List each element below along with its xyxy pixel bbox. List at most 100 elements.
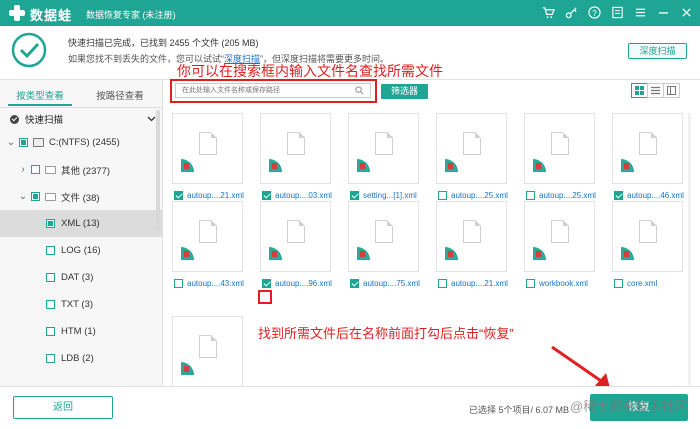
grid-scrollbar[interactable] <box>688 113 691 385</box>
file-name: autoup....21.xml <box>187 191 244 200</box>
file-item-label[interactable]: autoup....21.xml <box>438 278 508 289</box>
tree-item-label: C:(NTFS) (2455) <box>49 137 120 148</box>
cart-icon[interactable] <box>540 4 556 20</box>
file-checkbox[interactable] <box>350 279 359 288</box>
filter-button[interactable]: 筛选器 <box>381 84 428 99</box>
tree-item-files[interactable]: ⌄ 文件 (38) <box>0 183 162 210</box>
minimize-icon[interactable] <box>655 4 671 20</box>
deleted-file-badge-icon <box>357 247 370 260</box>
feedback-icon[interactable] <box>609 4 625 20</box>
file-checkbox[interactable] <box>262 191 271 200</box>
list-view-icon[interactable] <box>647 83 664 98</box>
tree-item-other[interactable]: › 其他 (2377) <box>0 156 162 183</box>
tree-item-htm[interactable]: HTM (1) <box>0 318 162 345</box>
chevron-down-icon[interactable] <box>147 114 156 126</box>
key-icon[interactable] <box>563 4 579 20</box>
file-item-label[interactable]: workbook.xml <box>526 278 588 289</box>
file-thumbnail[interactable] <box>348 113 419 184</box>
file-thumbnail[interactable] <box>260 201 331 272</box>
file-thumbnail[interactable] <box>172 113 243 184</box>
file-thumbnail[interactable] <box>524 201 595 272</box>
file-checkbox[interactable] <box>614 191 623 200</box>
file-item-label[interactable]: autoup....96.xml <box>262 278 332 289</box>
tree-checkbox[interactable] <box>46 273 55 282</box>
tree-checkbox[interactable] <box>46 300 55 309</box>
tree-item-label: LDB (2) <box>61 353 94 364</box>
file-thumbnail[interactable] <box>612 113 683 184</box>
file-item-label[interactable]: autoup....21.xml <box>174 190 244 201</box>
file-name: setting...[1].xml <box>363 191 417 200</box>
file-item-label[interactable]: autoup....25.xml <box>438 190 508 201</box>
file-thumbnail[interactable] <box>612 201 683 272</box>
detail-view-icon[interactable] <box>663 83 680 98</box>
tree-item-dat[interactable]: DAT (3) <box>0 264 162 291</box>
file-item-label[interactable]: autoup....43.xml <box>174 278 244 289</box>
file-checkbox[interactable] <box>614 279 623 288</box>
document-icon <box>551 220 569 243</box>
file-item-label[interactable]: autoup....03.xml <box>262 190 332 201</box>
folder-icon <box>45 192 56 201</box>
file-checkbox[interactable] <box>262 279 271 288</box>
file-thumbnail[interactable] <box>172 316 243 387</box>
file-thumbnail[interactable] <box>524 113 595 184</box>
tree-item-xml[interactable]: XML (13) <box>0 210 162 237</box>
grid-view-icon[interactable] <box>631 83 648 98</box>
search-field[interactable] <box>175 83 371 98</box>
tab-by-type[interactable]: 按类型查看 <box>0 88 80 102</box>
tree-checkbox[interactable] <box>46 246 55 255</box>
file-item-label[interactable]: autoup....75.xml <box>350 278 420 289</box>
tree-checkbox[interactable] <box>31 192 40 201</box>
help-icon[interactable]: ? <box>586 4 602 20</box>
close-icon[interactable] <box>678 4 694 20</box>
tree-item-ldb[interactable]: LDB (2) <box>0 345 162 372</box>
file-name: autoup....25.xml <box>451 191 508 200</box>
file-checkbox[interactable] <box>174 279 183 288</box>
tree-item-txt[interactable]: TXT (3) <box>0 291 162 318</box>
back-button[interactable]: 返回 <box>13 396 113 419</box>
file-checkbox[interactable] <box>438 191 447 200</box>
file-thumbnail[interactable] <box>348 201 419 272</box>
deep-scan-button[interactable]: 深度扫描 <box>628 43 687 59</box>
tree-checkbox[interactable] <box>31 165 40 174</box>
tree-item-log[interactable]: LOG (16) <box>0 237 162 264</box>
file-name: workbook.xml <box>539 279 588 288</box>
file-item-label[interactable]: autoup....46.xml <box>614 190 684 201</box>
view-switcher <box>631 83 680 98</box>
search-input[interactable] <box>176 84 346 97</box>
tree-scrollbar[interactable] <box>156 110 160 230</box>
file-thumbnail[interactable] <box>436 201 507 272</box>
file-item-label[interactable]: autoup....25.xml <box>526 190 596 201</box>
deleted-file-badge-icon <box>181 247 194 260</box>
deleted-file-badge-icon <box>357 159 370 172</box>
document-icon <box>199 132 217 155</box>
tree-checkbox[interactable] <box>46 219 55 228</box>
tree-checkbox[interactable] <box>19 138 28 147</box>
tree-item-label: LOG (16) <box>61 245 101 256</box>
file-checkbox[interactable] <box>526 191 535 200</box>
deleted-file-badge-icon <box>181 159 194 172</box>
quick-scan-row[interactable]: 快速扫描 <box>10 112 160 126</box>
file-item-label[interactable]: core.xml <box>614 278 657 289</box>
document-icon <box>639 132 657 155</box>
tree-item-c-drive[interactable]: ⌄ C:(NTFS) (2455) <box>0 129 162 156</box>
checkbox-highlight-frame <box>258 290 272 304</box>
file-thumbnail[interactable] <box>436 113 507 184</box>
tree-checkbox[interactable] <box>46 327 55 336</box>
tree-checkbox[interactable] <box>46 354 55 363</box>
file-checkbox[interactable] <box>438 279 447 288</box>
file-checkbox[interactable] <box>174 191 183 200</box>
search-icon[interactable] <box>355 86 364 95</box>
file-item-label[interactable]: setting...[1].xml <box>350 190 417 201</box>
file-thumbnail[interactable] <box>260 113 331 184</box>
file-name: autoup....21.xml <box>451 279 508 288</box>
chevron-down-icon[interactable]: ⌄ <box>6 137 16 148</box>
file-checkbox[interactable] <box>526 279 535 288</box>
file-name: autoup....46.xml <box>627 191 684 200</box>
file-checkbox[interactable] <box>350 191 359 200</box>
file-thumbnail[interactable] <box>172 201 243 272</box>
chevron-right-icon[interactable]: › <box>18 164 28 175</box>
menu-icon[interactable] <box>632 4 648 20</box>
chevron-down-icon[interactable]: ⌄ <box>18 191 28 202</box>
tab-by-path[interactable]: 按路径查看 <box>80 88 160 102</box>
deleted-file-badge-icon <box>445 159 458 172</box>
